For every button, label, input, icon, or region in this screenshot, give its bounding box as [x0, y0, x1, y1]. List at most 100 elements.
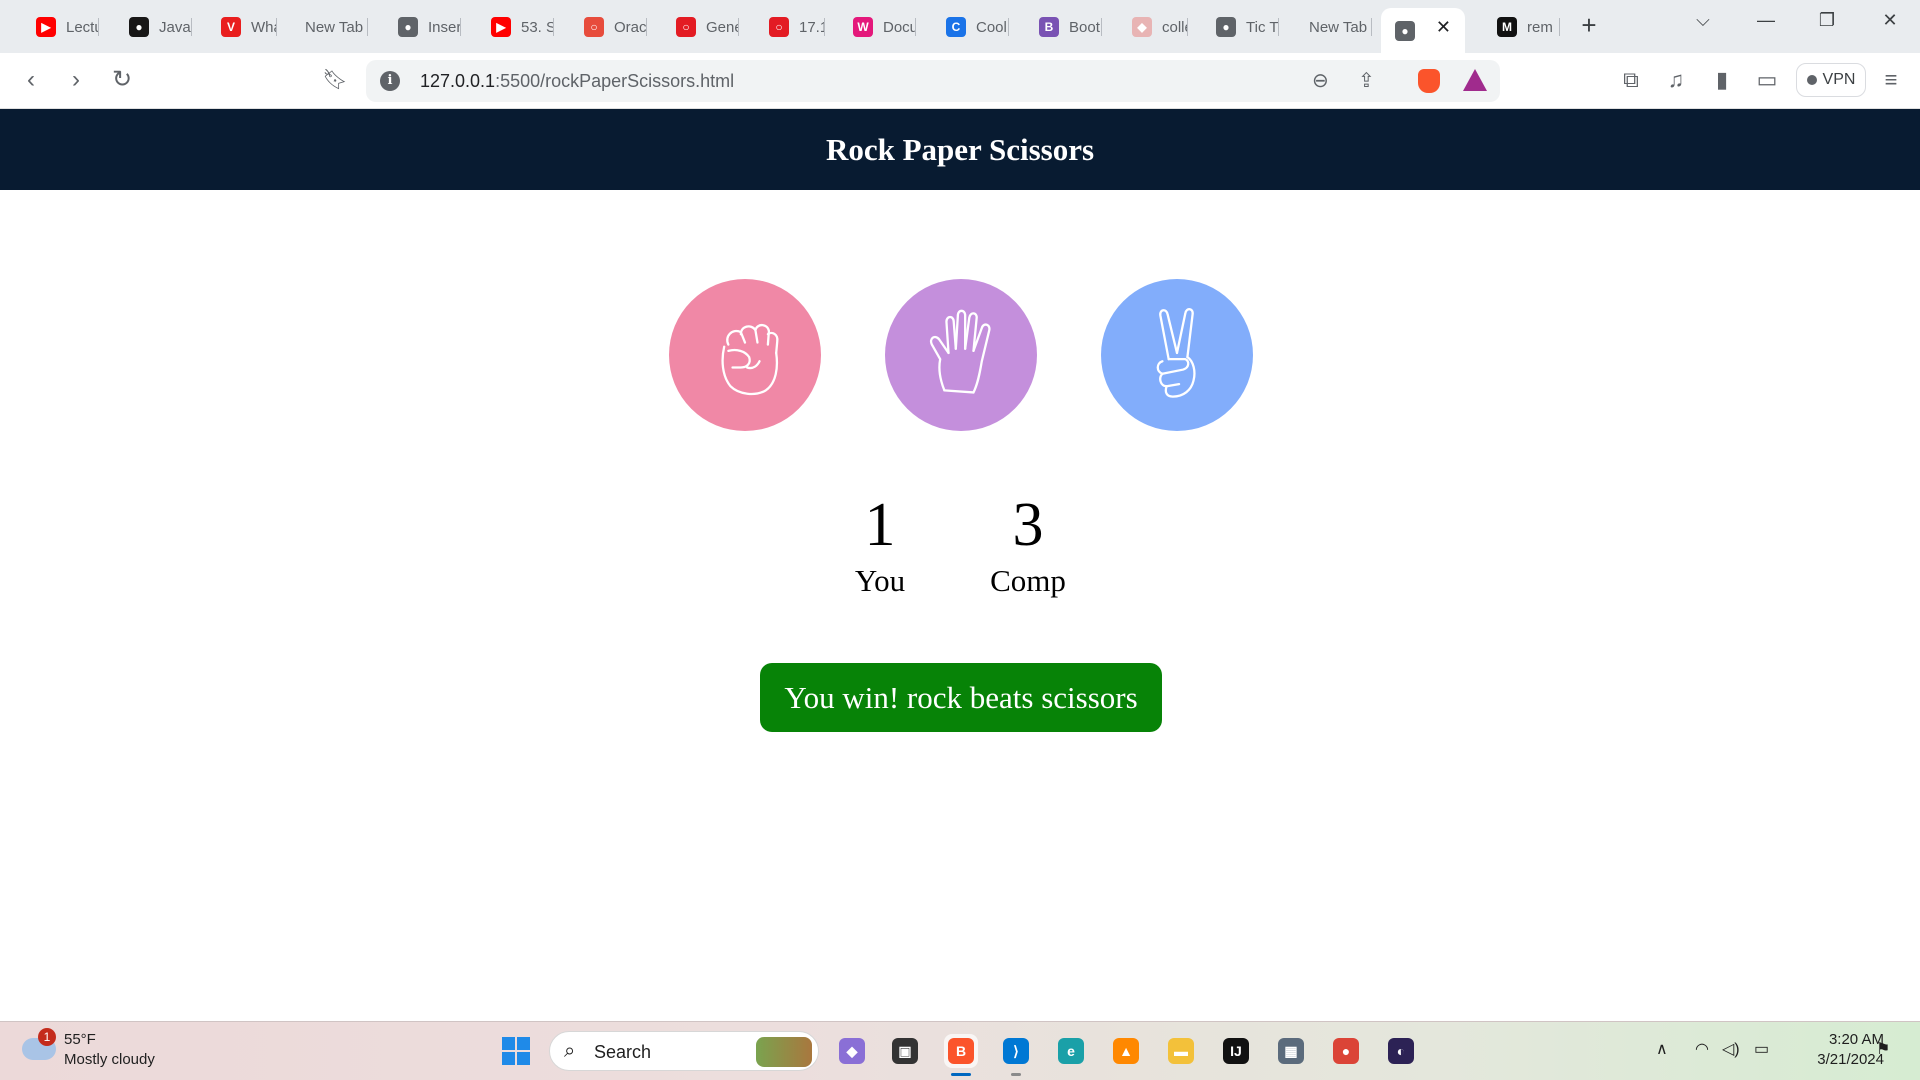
rock-choice[interactable] [669, 279, 821, 431]
file-explorer-icon[interactable]: ▬ [1164, 1034, 1198, 1068]
close-window-button[interactable]: ✕ [1875, 10, 1905, 31]
zoom-icon[interactable]: ⊖ [1312, 68, 1329, 93]
wallet-icon[interactable]: ▭ [1752, 67, 1782, 93]
tab-title: Tic T [1246, 18, 1279, 36]
vscode-icon-glyph: ⟩ [1003, 1038, 1029, 1064]
calculator-icon-glyph: ▦ [1278, 1038, 1304, 1064]
vscode-icon[interactable]: ⟩ [999, 1034, 1033, 1068]
youtube-icon: ▶ [36, 17, 56, 37]
tab-14[interactable]: New Tab [1287, 9, 1372, 45]
url-host: 127.0.0.1 [420, 71, 496, 91]
restore-button[interactable]: ❐ [1812, 10, 1842, 31]
copilot-icon[interactable]: ◆ [835, 1034, 869, 1068]
brand-v-icon: V [221, 17, 241, 37]
peace-hand-icon [1156, 308, 1196, 398]
tab-title: Lectu [66, 18, 99, 36]
fist-icon [721, 323, 779, 396]
tab-12[interactable]: ◆ colle [1110, 9, 1188, 45]
scissors-choice[interactable] [1101, 279, 1253, 431]
tab-title: New Tab [305, 18, 364, 36]
tab-16[interactable]: Mrem [1475, 9, 1560, 45]
tab-6[interactable]: ○ Orac [562, 9, 647, 45]
task-view-icon[interactable]: ▣ [888, 1034, 922, 1068]
bookmark-icon[interactable]: 🔖︎ [320, 65, 350, 95]
search-icon: ⌕ [564, 1040, 576, 1062]
tab-3[interactable]: New Tab [283, 9, 368, 45]
tab-4[interactable]: ● Inser [376, 9, 461, 45]
open-hand-icon [929, 309, 991, 394]
volume-icon[interactable]: ◁) [1722, 1039, 1740, 1059]
weather-temperature[interactable]: 55°F [64, 1031, 96, 1048]
close-tab-icon[interactable]: ✕ [1436, 17, 1451, 38]
chrome-icon-glyph: ● [1333, 1038, 1359, 1064]
tab-15[interactable]: ● ✕ [1381, 8, 1465, 53]
notifications-icon[interactable]: ⚑ [1876, 1039, 1890, 1059]
url-text[interactable]: 127.0.0.1:5500/rockPaperScissors.html [420, 71, 734, 92]
intellij-icon[interactable]: IJ [1219, 1034, 1253, 1068]
vlc-icon[interactable]: ▲ [1109, 1034, 1143, 1068]
tab-5[interactable]: ▶ 53. S [469, 9, 554, 45]
reload-button[interactable]: ↻ [107, 65, 137, 95]
share-icon[interactable]: ⇪ [1358, 68, 1375, 93]
tab-11[interactable]: B Boot [1017, 9, 1102, 45]
minimize-button[interactable]: — [1751, 10, 1781, 31]
oracle-icon: ○ [676, 17, 696, 37]
wifi-icon[interactable]: ◠ [1695, 1039, 1709, 1059]
eclipse-icon[interactable]: ◐ [1384, 1034, 1418, 1068]
tab-search-chevron-icon[interactable]: ⌵ [1688, 10, 1718, 31]
tab-8[interactable]: ○ 17.1 [747, 9, 825, 45]
tab-2[interactable]: V Wha [199, 9, 277, 45]
chrome-icon[interactable]: ● [1329, 1034, 1363, 1068]
brave-shields-icon[interactable] [1418, 69, 1440, 93]
tab-1[interactable]: ● Java [107, 9, 192, 45]
tab-10[interactable]: C Cool [924, 9, 1009, 45]
tab-title: New Tab [1309, 18, 1368, 36]
edge-icon[interactable]: e [1054, 1034, 1088, 1068]
tab-title: Cool [976, 18, 1007, 36]
tab-title: Wha [251, 18, 277, 36]
comp-score: 3 Comp [978, 489, 1078, 601]
new-tab-button[interactable]: + [1575, 12, 1603, 40]
media-icon[interactable]: ♫ [1661, 67, 1691, 93]
site-header: Rock Paper Scissors [0, 109, 1920, 190]
vpn-label: VPN [1822, 71, 1856, 88]
c-icon: C [946, 17, 966, 37]
back-button[interactable]: ‹ [16, 65, 46, 95]
clock-time[interactable]: 3:20 AM [1806, 1031, 1884, 1048]
tab-title: 17.1 [799, 18, 825, 36]
sidebar-icon[interactable]: ▮ [1707, 67, 1737, 93]
tab-0[interactable]: ▶ Lectu [14, 9, 99, 45]
site-info-icon[interactable]: i [380, 71, 400, 91]
vlc-icon-glyph: ▲ [1113, 1038, 1139, 1064]
windows-start-icon[interactable] [502, 1037, 530, 1065]
task-view-icon-glyph: ▣ [892, 1038, 918, 1064]
vpn-button[interactable]: VPN [1796, 63, 1866, 97]
tab-title: Gene [706, 18, 739, 36]
tray-overflow-chevron-icon[interactable]: ∧ [1656, 1039, 1668, 1059]
paper-choice[interactable] [885, 279, 1037, 431]
forward-button[interactable]: › [61, 65, 91, 95]
extensions-icon[interactable]: ⧉ [1616, 67, 1646, 93]
calculator-icon[interactable]: ▦ [1274, 1034, 1308, 1068]
brave-shield-icon: ◆ [1132, 17, 1152, 37]
menu-icon[interactable]: ≡ [1876, 67, 1906, 93]
clock-date[interactable]: 3/21/2024 [1796, 1051, 1884, 1068]
browser-toolbar: ‹ › ↻ 🔖︎ i 127.0.0.1:5500/rockPaperSciss… [0, 53, 1920, 109]
weather-description[interactable]: Mostly cloudy [64, 1051, 155, 1068]
brave-icon-running-indicator [951, 1073, 971, 1076]
comp-score-label: Comp [990, 563, 1066, 598]
oracle-icon: ○ [584, 17, 604, 37]
tab-7[interactable]: ○ Gene [654, 9, 739, 45]
tab-title: Orac [614, 18, 647, 36]
tab-9[interactable]: W Docu [831, 9, 916, 45]
address-bar[interactable]: i 127.0.0.1:5500/rockPaperScissors.html … [366, 60, 1500, 102]
brave-icon[interactable]: B [944, 1034, 978, 1068]
tab-13[interactable]: ● Tic T [1194, 9, 1279, 45]
tab-title: Java [159, 18, 191, 36]
globe-icon: ● [398, 17, 418, 37]
windows-taskbar: 1 55°F Mostly cloudy ⌕ Search ◆ ▣ B ⟩ e ▲ ▬ IJ ▦… [0, 1021, 1920, 1080]
battery-icon[interactable]: ▭ [1754, 1039, 1769, 1059]
brave-rewards-icon[interactable] [1463, 69, 1487, 91]
taskbar-search[interactable]: ⌕ Search [549, 1031, 819, 1071]
github-icon: ● [129, 17, 149, 37]
